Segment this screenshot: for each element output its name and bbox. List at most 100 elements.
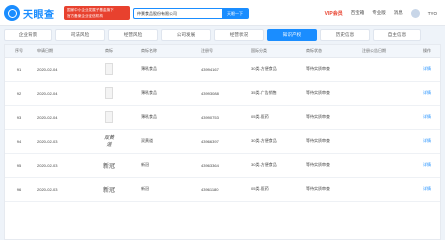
cell-status: 等待实质审查 <box>302 177 358 202</box>
tab-label: 经营风险 <box>123 32 143 37</box>
cell-mark: 双黄道 <box>81 129 137 154</box>
cell-index: 91 <box>5 57 33 82</box>
cell-index: 95 <box>5 153 33 178</box>
cell-date: 2020-02-03 <box>33 129 81 154</box>
col-header-announce-date: 注册公告日期 <box>358 45 412 58</box>
cell-announce-date <box>358 129 412 154</box>
cell-category: 05类-医药 <box>247 105 302 130</box>
cell-name: 新冠 <box>137 177 197 202</box>
trademark-thumbnail <box>105 87 113 99</box>
cell-status: 等待实质审查 <box>302 153 358 178</box>
nav-item-messages[interactable]: 消息 <box>394 10 403 16</box>
table-row: 96 2020-02-03 新冠 新冠 43961180 05类-医药 等待实质审查 详情 <box>5 177 440 202</box>
cell-date: 2020-02-04 <box>33 105 81 130</box>
col-header-mark: 商标 <box>81 45 137 58</box>
trademark-image[interactable]: 新冠 <box>102 182 116 196</box>
tab-label: 司法风险 <box>70 32 90 37</box>
nav-item-toolbox[interactable]: 百宝箱 <box>351 10 365 16</box>
cell-mark: 新冠 <box>81 153 137 178</box>
cell-mark <box>81 105 137 130</box>
table-header-row: 序号 申请日期 商标 商标名称 注册号 国际分类 商标状态 注册公告日期 操作 <box>5 45 440 58</box>
cell-name: 薄吼食品 <box>137 105 197 130</box>
tab-4[interactable]: 经营状况 <box>214 29 264 41</box>
col-header-reg-no: 注册号 <box>197 45 247 58</box>
details-link[interactable]: 详情 <box>412 57 440 82</box>
col-header-index: 序号 <box>5 45 33 58</box>
details-link[interactable]: 详情 <box>412 105 440 130</box>
tab-1[interactable]: 司法风险 <box>55 29 105 41</box>
cell-status: 等待实质审查 <box>302 81 358 106</box>
tab-label: 知识产权 <box>282 32 302 37</box>
col-header-category[interactable]: 国际分类 <box>247 45 302 58</box>
cell-date: 2020-02-03 <box>33 177 81 202</box>
cell-reg-no: 43963364 <box>197 153 247 178</box>
col-header-status[interactable]: 商标状态 <box>302 45 358 58</box>
col-header-date[interactable]: 申请日期 <box>33 45 81 58</box>
cell-index: 92 <box>5 81 33 106</box>
cell-category: 30类-方便食品 <box>247 57 302 82</box>
tab-label: 历史信息 <box>335 32 355 37</box>
details-link[interactable]: 详情 <box>412 177 440 202</box>
cell-index: 93 <box>5 105 33 130</box>
nav-item-pro[interactable]: 专业版 <box>372 10 386 16</box>
trademark-table: 序号 申请日期 商标 商标名称 注册号 国际分类 商标状态 注册公告日期 操作 … <box>4 44 441 240</box>
cell-status: 等待实质审查 <box>302 129 358 154</box>
tab-label: 企业背景 <box>18 32 38 37</box>
logo[interactable]: 天眼查 <box>4 5 55 21</box>
details-link[interactable]: 详情 <box>412 81 440 106</box>
cell-reg-no: 43994167 <box>197 57 247 82</box>
tab-5[interactable]: 知识产权 <box>267 29 317 41</box>
tab-label: 经营状况 <box>229 32 249 37</box>
cell-announce-date <box>358 177 412 202</box>
cell-mark: 新冠 <box>81 177 137 202</box>
tab-label: 自主信息 <box>387 32 407 37</box>
trademark-thumbnail <box>105 63 113 75</box>
tab-label: 公司发展 <box>176 32 196 37</box>
cell-name: 薄吼食品 <box>137 57 197 82</box>
trademark-image[interactable] <box>102 110 116 124</box>
cell-mark <box>81 57 137 82</box>
table-row: 93 2020-02-04 薄吼食品 43990753 05类-医药 等待实质审查 详情 <box>5 105 440 130</box>
cell-reg-no: 43993088 <box>197 81 247 106</box>
tab-0[interactable]: 企业背景 <box>4 29 52 41</box>
trademark-thumbnail-text: 双黄道 <box>103 135 114 148</box>
tab-6[interactable]: 历史信息 <box>320 29 370 41</box>
promo-banner[interactable]: 国家中小企业发展子基金旗下 官方备案企业征信机构 <box>64 6 130 20</box>
tab-7[interactable]: 自主信息 <box>373 29 421 41</box>
logo-text: 天眼查 <box>23 9 55 21</box>
trademark-thumbnail-text: 新冠 <box>102 162 115 170</box>
table-row: 94 2020-02-03 双黄道 双黄道 43966397 30类-方便食品 等待实质审查… <box>5 129 440 154</box>
cell-name: 新冠 <box>137 153 197 178</box>
table-row: 95 2020-02-03 新冠 新冠 43963364 30类-方便食品 等待实质审查 详情 <box>5 153 440 178</box>
trademark-image[interactable]: 新冠 <box>102 158 116 172</box>
cell-category: 05类-医药 <box>247 177 302 202</box>
user-name[interactable]: TYO <box>428 11 437 16</box>
logo-icon <box>4 5 20 21</box>
trademark-thumbnail <box>105 111 113 123</box>
cell-announce-date <box>358 153 412 178</box>
cell-category: 30类-方便食品 <box>247 129 302 154</box>
avatar[interactable] <box>410 8 420 18</box>
search-box: 天眼一下 <box>133 8 249 19</box>
header-nav: VIP会员 百宝箱 专业版 消息 TYO <box>325 8 437 18</box>
cell-index: 94 <box>5 129 33 154</box>
search-button-label: 天眼一下 <box>227 10 243 16</box>
trademark-image[interactable] <box>102 62 116 76</box>
search-input[interactable] <box>134 9 224 18</box>
details-link[interactable]: 详情 <box>412 129 440 154</box>
search-button[interactable]: 天眼一下 <box>222 8 248 19</box>
cell-reg-no: 43990753 <box>197 105 247 130</box>
table-row: 92 2020-02-04 薄吼食品 43993088 35类-广告销售 等待实质审查 详情 <box>5 81 440 106</box>
cell-category: 35类-广告销售 <box>247 81 302 106</box>
trademark-image[interactable]: 双黄道 <box>102 134 116 148</box>
cell-announce-date <box>358 81 412 106</box>
details-link[interactable]: 详情 <box>412 153 440 178</box>
cell-mark <box>81 81 137 106</box>
cell-date: 2020-02-04 <box>33 57 81 82</box>
trademark-image[interactable] <box>102 86 116 100</box>
cell-announce-date <box>358 105 412 130</box>
cell-announce-date <box>358 57 412 82</box>
tab-3[interactable]: 公司发展 <box>161 29 211 41</box>
vip-link[interactable]: VIP会员 <box>325 10 343 17</box>
tab-2[interactable]: 经营风险 <box>108 29 158 41</box>
